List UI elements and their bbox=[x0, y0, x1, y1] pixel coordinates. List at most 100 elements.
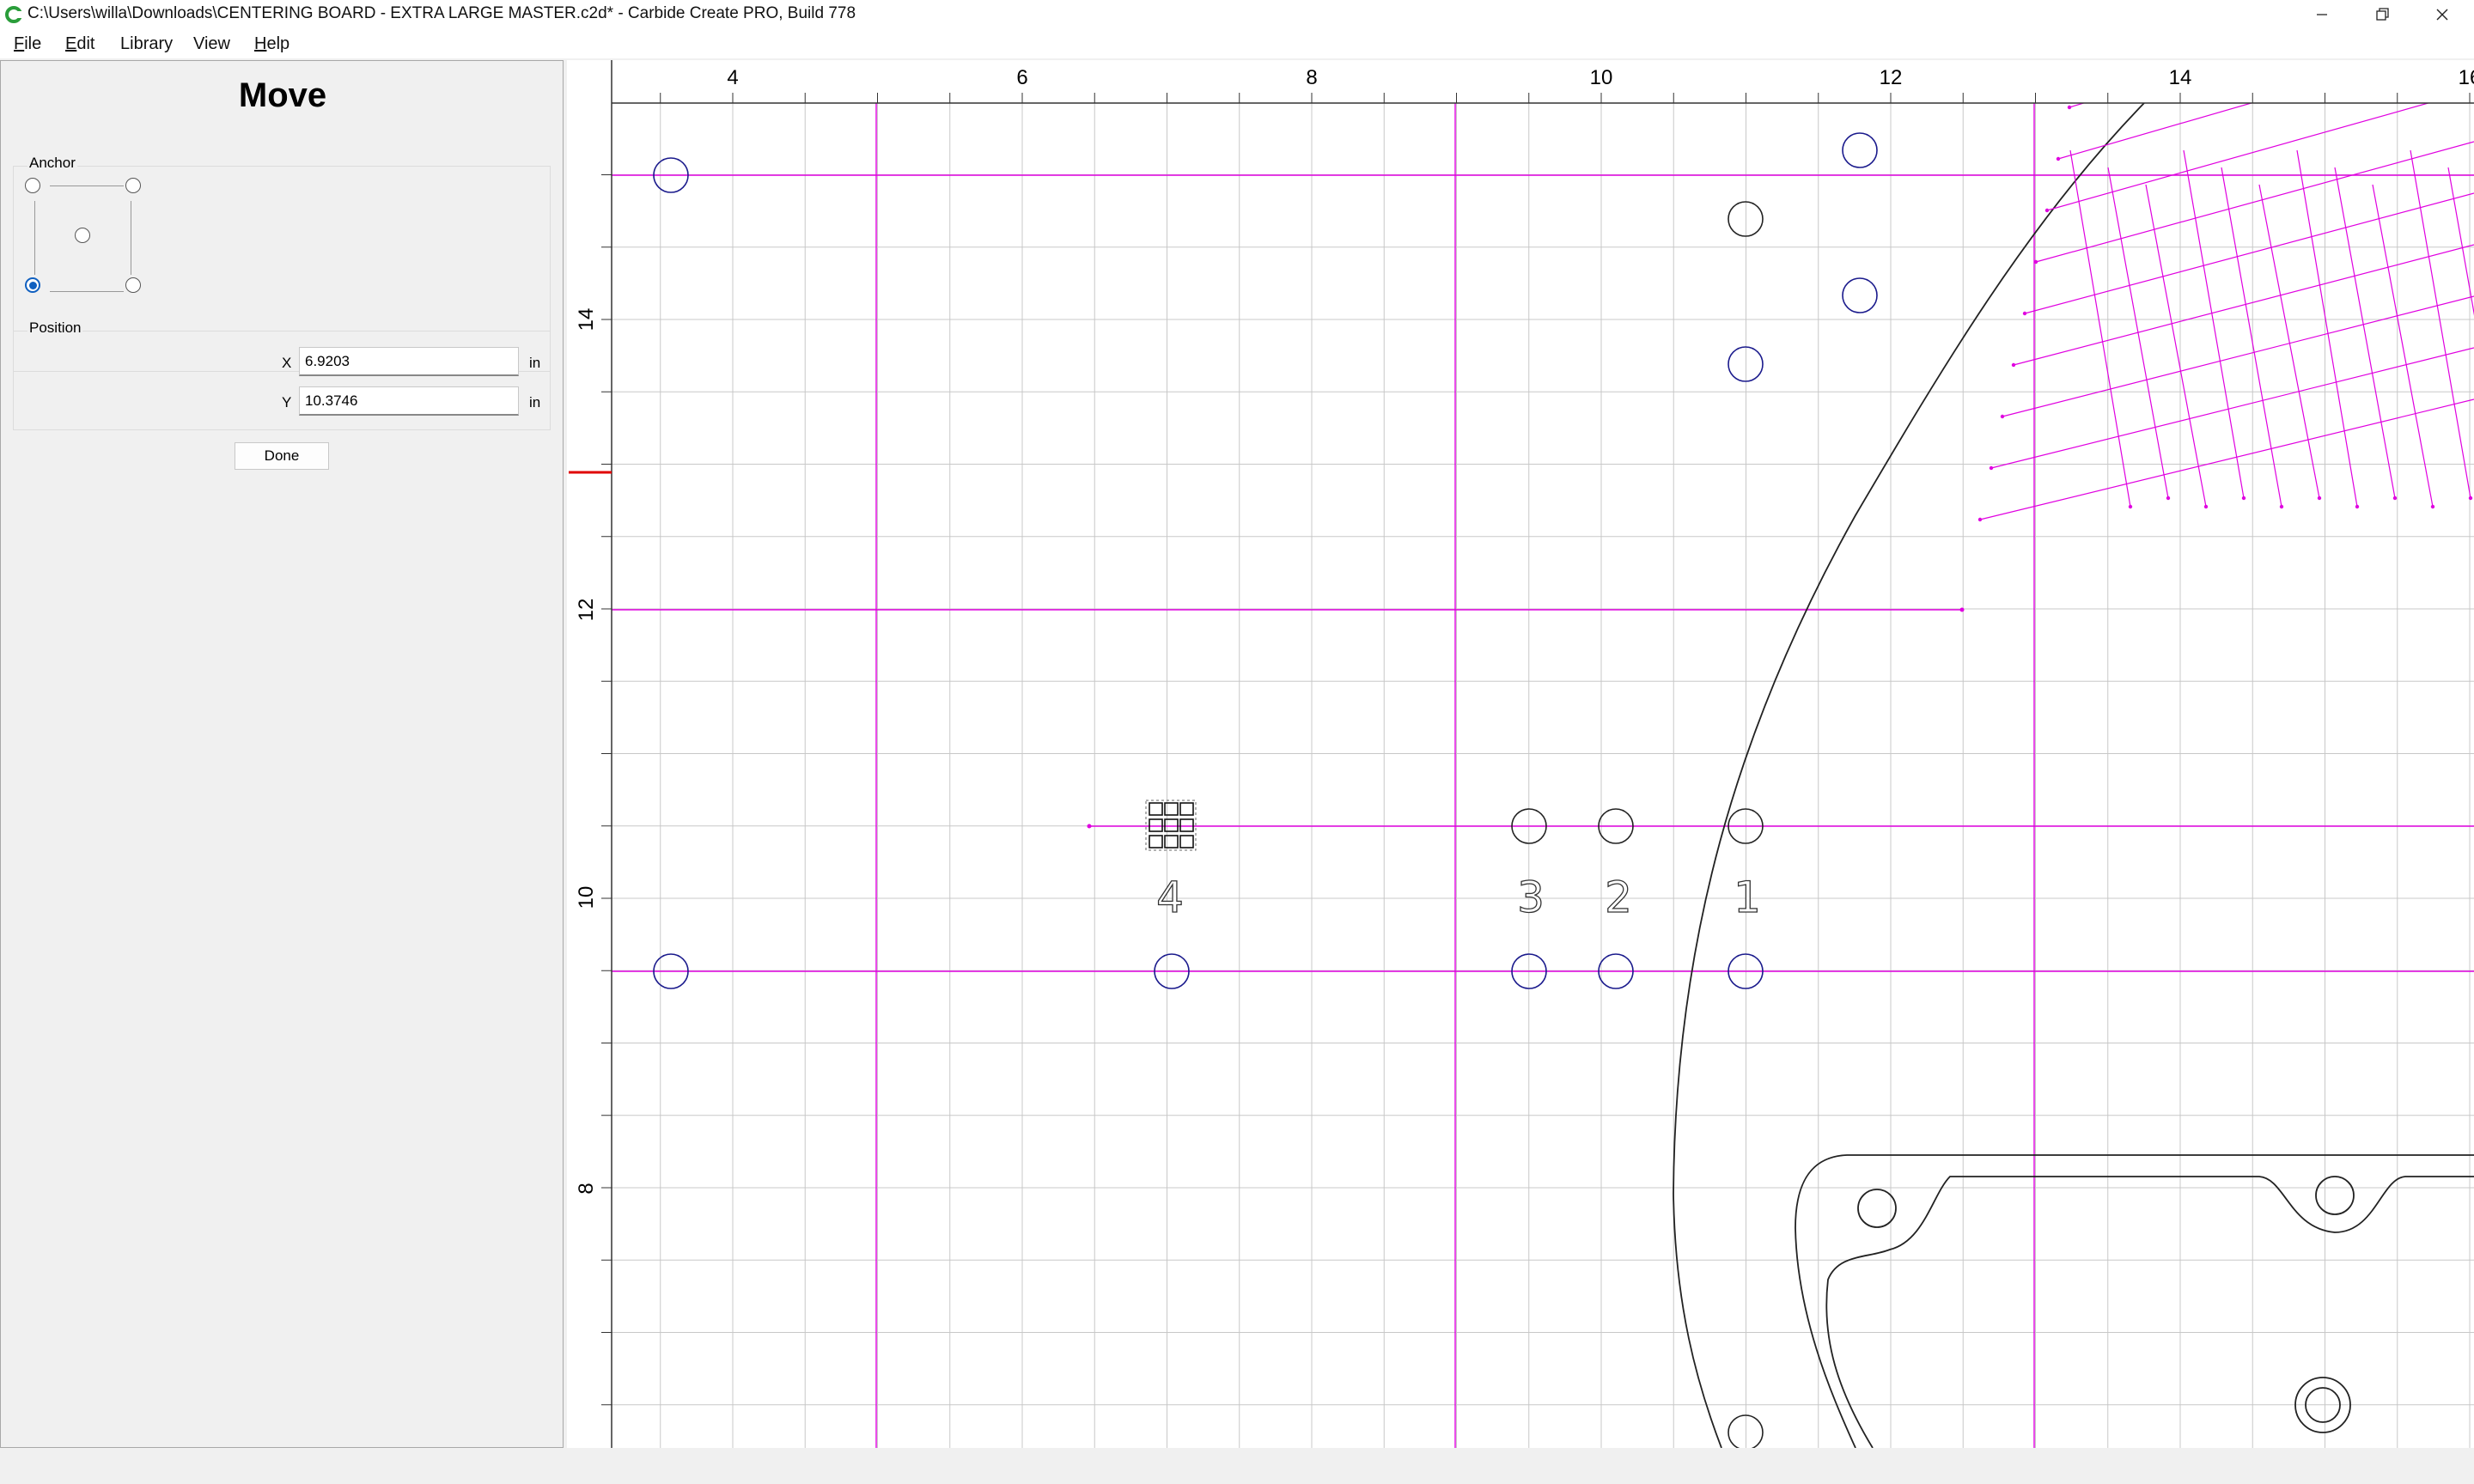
selected-object[interactable] bbox=[1145, 800, 1197, 851]
grille-point bbox=[2203, 504, 2209, 509]
grille-point bbox=[2067, 105, 2072, 110]
grille-line bbox=[2069, 149, 2131, 508]
grille-line bbox=[1990, 347, 2474, 469]
ruler-ticks bbox=[601, 93, 2471, 1406]
x-ruler-label: 4 bbox=[727, 66, 738, 89]
x-ruler-label: 6 bbox=[1016, 66, 1027, 89]
grille-line bbox=[2372, 184, 2434, 508]
drill-holes bbox=[653, 132, 1878, 1448]
grille-point bbox=[2033, 259, 2038, 265]
minimize-icon bbox=[2317, 14, 2327, 15]
grille-point bbox=[2166, 496, 2171, 501]
close-icon bbox=[2436, 9, 2448, 21]
hole-number-labels: 4 3 2 1 bbox=[1155, 872, 1761, 922]
grille-point bbox=[2355, 504, 2360, 509]
x-ruler-label: 8 bbox=[1306, 66, 1317, 89]
grille-point bbox=[2128, 504, 2133, 509]
x-label: X bbox=[282, 355, 292, 371]
y-position-input[interactable] bbox=[299, 386, 519, 416]
position-label: Position bbox=[27, 319, 83, 337]
menu-library[interactable]: Library bbox=[120, 34, 173, 54]
grille-point bbox=[2011, 362, 2016, 368]
hole-number-1: 1 bbox=[1734, 873, 1761, 922]
grille-point bbox=[2044, 208, 2050, 213]
grille-line bbox=[1979, 398, 2474, 520]
status-bar bbox=[0, 1448, 2474, 1484]
menu-file[interactable]: File bbox=[14, 34, 41, 54]
bottom-plate-inner-outline bbox=[1825, 1176, 2474, 1448]
grille-point bbox=[2317, 496, 2322, 501]
anchor-center-radio[interactable] bbox=[75, 228, 90, 243]
hole-number-4: 4 bbox=[1156, 873, 1184, 922]
guide-endpoint bbox=[1959, 607, 1965, 612]
window-title: C:\Users\willa\Downloads\CENTERING BOARD… bbox=[27, 4, 856, 22]
y-label: Y bbox=[282, 394, 292, 411]
grille-line bbox=[2002, 295, 2474, 417]
minimize-button[interactable] bbox=[2292, 0, 2352, 29]
bottom-plate-outline bbox=[1795, 1154, 2474, 1448]
menu-view[interactable]: View bbox=[193, 34, 230, 54]
grille-line bbox=[2183, 149, 2245, 499]
y-unit: in bbox=[529, 394, 541, 411]
x-ruler-label: 12 bbox=[1880, 66, 1903, 89]
hole-number-2: 2 bbox=[1605, 873, 1632, 922]
title-bar: C:\Users\willa\Downloads\CENTERING BOARD… bbox=[0, 0, 2474, 29]
design-canvas[interactable]: 4 3 2 1 4 6 8 10 12 14 16 14 12 10 8 bbox=[567, 60, 2474, 1448]
grille-point bbox=[2056, 156, 2061, 161]
move-panel: Move Anchor Position X in Y in Done bbox=[0, 60, 564, 1448]
restore-icon bbox=[2376, 8, 2389, 21]
anchor-label: Anchor bbox=[27, 155, 77, 172]
restore-button[interactable] bbox=[2352, 0, 2412, 29]
x-position-input[interactable] bbox=[299, 347, 519, 376]
guide-endpoint bbox=[1087, 824, 1092, 829]
panel-title: Move bbox=[238, 76, 327, 114]
anchor-top-left-radio[interactable] bbox=[25, 178, 40, 193]
grille-line bbox=[2107, 167, 2169, 499]
close-button[interactable] bbox=[2412, 0, 2472, 29]
selected-cell bbox=[1179, 818, 1194, 832]
y-ruler-label: 10 bbox=[575, 886, 598, 909]
large-arc-outline bbox=[1673, 102, 2145, 1448]
anchor-frame-bottom bbox=[50, 291, 124, 292]
anchor-bottom-right-radio[interactable] bbox=[125, 277, 141, 293]
grille-line bbox=[2013, 244, 2474, 366]
selected-cell bbox=[1149, 802, 1163, 816]
grille-point bbox=[2392, 496, 2398, 501]
menu-edit[interactable]: Edit bbox=[65, 34, 94, 54]
board-outlines bbox=[1673, 102, 2474, 1448]
selected-cell bbox=[1149, 818, 1163, 832]
anchor-frame-left bbox=[34, 201, 35, 275]
x-ruler-label: 16 bbox=[2459, 66, 2474, 89]
grille-point bbox=[1977, 517, 1983, 522]
drill-hole bbox=[1842, 277, 1878, 313]
y-ruler-label: 12 bbox=[575, 599, 598, 622]
anchor-top-right-radio[interactable] bbox=[125, 178, 141, 193]
position-group: Position X in Y in bbox=[13, 319, 551, 430]
y-ruler-label: 8 bbox=[575, 1183, 598, 1194]
grille-pattern bbox=[1977, 60, 2474, 522]
selected-cell bbox=[1179, 802, 1194, 816]
drill-hole bbox=[1842, 132, 1878, 168]
grille-point bbox=[2022, 311, 2027, 316]
menu-bar: File Edit Library View Help bbox=[0, 29, 2474, 58]
carbide-create-icon bbox=[5, 6, 22, 23]
grille-line bbox=[2221, 167, 2282, 508]
hole-number-3: 3 bbox=[1517, 873, 1545, 922]
anchor-bottom-left-radio[interactable] bbox=[25, 277, 40, 293]
x-ruler-label: 10 bbox=[1590, 66, 1613, 89]
grille-point bbox=[2279, 504, 2284, 509]
x-unit: in bbox=[529, 355, 541, 371]
menu-help[interactable]: Help bbox=[254, 34, 289, 54]
done-button[interactable]: Done bbox=[235, 442, 329, 470]
grille-point bbox=[2430, 504, 2435, 509]
y-ruler-label: 14 bbox=[575, 308, 598, 331]
grille-point bbox=[2468, 496, 2473, 501]
grille-line bbox=[2145, 184, 2207, 508]
canvas-drawing[interactable]: 4 3 2 1 4 6 8 10 12 14 16 14 12 10 8 bbox=[567, 60, 2474, 1448]
grille-line bbox=[2035, 141, 2474, 263]
grille-line bbox=[2024, 192, 2474, 314]
plate-hole bbox=[2315, 1176, 2355, 1215]
x-ruler-label: 14 bbox=[2169, 66, 2192, 89]
guide-lines bbox=[612, 103, 2474, 1448]
selected-cell bbox=[1179, 835, 1194, 848]
